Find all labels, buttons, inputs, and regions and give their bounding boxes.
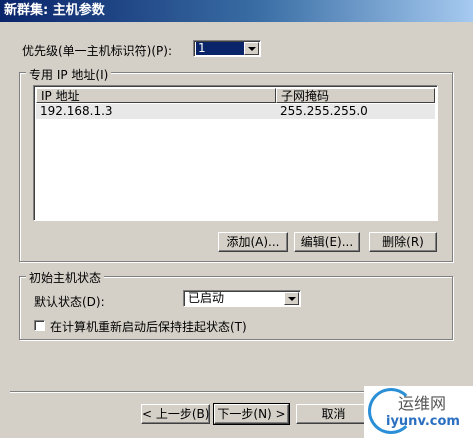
ip-address-list[interactable]: IP 地址 子网掩码 192.168.1.3 255.255.255.0: [33, 85, 438, 221]
table-row[interactable]: 192.168.1.3 255.255.255.0: [36, 104, 435, 119]
priority-select[interactable]: 1: [193, 40, 261, 57]
add-button[interactable]: 添加(A)...: [218, 232, 288, 252]
initial-state-group-label: 初始主机状态: [26, 269, 105, 286]
column-header-mask[interactable]: 子网掩码: [276, 88, 435, 103]
column-header-ip[interactable]: IP 地址: [36, 88, 276, 103]
priority-value: 1: [196, 42, 244, 55]
retain-suspended-label[interactable]: 在计算机重新启动后保持挂起状态(T): [50, 318, 247, 335]
chevron-down-icon[interactable]: [284, 292, 299, 305]
back-button[interactable]: < 上一步(B): [141, 404, 210, 424]
row-mask: 255.255.255.0: [280, 104, 368, 118]
cancel-button[interactable]: 取消: [296, 404, 371, 424]
watermark-logo: 运维网 iyunv.com: [364, 386, 473, 438]
default-state-value: 已启动: [188, 291, 225, 305]
default-state-label: 默认状态(D):: [34, 295, 105, 309]
remove-button[interactable]: 删除(R): [369, 232, 437, 252]
watermark-en: iyunv.com: [386, 414, 460, 429]
default-state-select[interactable]: 已启动: [183, 290, 301, 307]
dedicated-ip-group-label: 专用 IP 地址(I): [26, 66, 112, 83]
window-title: 新群集: 主机参数: [0, 0, 473, 22]
row-ip: 192.168.1.3: [40, 104, 113, 118]
retain-suspended-checkbox[interactable]: [34, 320, 45, 331]
edit-button[interactable]: 编辑(E)...: [294, 232, 360, 252]
priority-label: 优先级(单一主机标识符)(P):: [22, 44, 173, 58]
next-button[interactable]: 下一步(N) >: [213, 403, 290, 425]
watermark-cn: 运维网: [398, 394, 447, 413]
chevron-down-icon[interactable]: [244, 42, 259, 55]
